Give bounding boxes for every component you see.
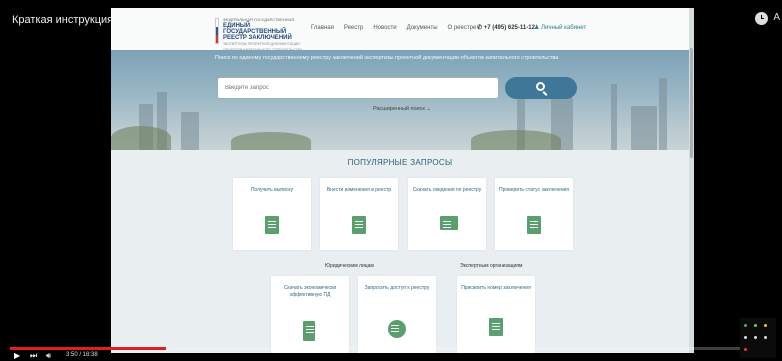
skyline-building (611, 84, 617, 150)
key-icon (388, 320, 406, 338)
phone-number[interactable]: ✆ +7 (495) 625-11-12 (477, 24, 535, 31)
skyline-building (631, 106, 657, 150)
next-icon[interactable]: ⏭ (30, 352, 37, 360)
skyline-building (181, 112, 199, 150)
site-header: ФЕДЕРАЛЬНАЯ ГОСУДАРСТВЕННАЯ ЕДИНЫЙ ГОСУД… (111, 8, 689, 53)
nav-link-registry[interactable]: Реестр (344, 25, 364, 31)
play-icon[interactable]: ▶ (14, 352, 20, 360)
nav-link-documents[interactable]: Документы (407, 25, 438, 31)
skyline-trees (471, 130, 561, 150)
video-progress-fill (10, 347, 167, 350)
expert-orgs-label: Экспертным организациям (460, 263, 523, 269)
nav-link-about[interactable]: О реестре (448, 25, 477, 31)
tray-status-icon[interactable] (754, 324, 757, 327)
card-label: Проверить статус заключения (499, 187, 569, 193)
card-label: Скачать сведения по реестру (412, 187, 482, 193)
system-tray (740, 318, 776, 358)
site-logo[interactable]: ФЕДЕРАЛЬНАЯ ГОСУДАРСТВЕННАЯ ЕДИНЫЙ ГОСУД… (223, 17, 303, 53)
advanced-search-toggle[interactable]: Расширенный поиск ⌄ (373, 106, 431, 112)
card-download-registry-info[interactable]: Скачать сведения по реестру (408, 178, 486, 250)
watch-later-clock-icon[interactable] (755, 12, 768, 25)
corner-letter: А (773, 12, 780, 23)
skyline-trees (231, 132, 311, 150)
personal-cabinet-label: Личный кабинет (541, 25, 587, 31)
card-label: Внести изменения в реестр (326, 187, 392, 193)
card-label: Запросить доступ к реестру (364, 285, 430, 291)
tray-status-icon[interactable] (744, 336, 747, 339)
tray-status-icon[interactable] (744, 348, 747, 351)
document-pen-icon (265, 216, 279, 234)
tray-status-icon[interactable] (754, 336, 757, 339)
card-label: Присвоить номер заключения (461, 285, 531, 291)
card-check-status[interactable]: Проверить статус заключения (495, 178, 573, 250)
card-request-access[interactable]: Запросить доступ к реестру (358, 276, 436, 353)
video-time: 3:50 / 18:38 (66, 352, 98, 358)
search-icon (536, 82, 545, 91)
site-scrollbar[interactable] (689, 8, 694, 353)
main-nav: Главная Реестр Новости Документы О реест… (311, 25, 476, 31)
skyline-building (659, 78, 667, 150)
briefcase-icon (440, 216, 458, 230)
website-frame: ФЕДЕРАЛЬНАЯ ГОСУДАРСТВЕННАЯ ЕДИНЫЙ ГОСУД… (111, 8, 694, 353)
search-caption: Поиск по единому государственному реестр… (215, 55, 559, 61)
card-assign-number[interactable]: Присвоить номер заключения (457, 276, 535, 353)
tray-status-icon[interactable] (744, 324, 747, 327)
document-gear-icon (489, 318, 503, 336)
card-label: Получить выписку (250, 187, 294, 193)
popular-requests-title: ПОПУЛЯРНЫЕ ЗАПРОСЫ (347, 158, 453, 167)
logo-line-2: ЕДИНЫЙ ГОСУДАРСТВЕННЫЙ (223, 23, 287, 35)
tray-status-icon[interactable] (764, 324, 767, 327)
card-download-economic-pd[interactable]: Скачать экономически эффективную ПД (271, 276, 349, 353)
site-scrollbar-thumb[interactable] (690, 48, 693, 158)
russian-flag-icon (215, 18, 219, 44)
legal-entities-label: Юридическим лицам (325, 263, 374, 269)
card-get-extract[interactable]: Получить выписку (233, 178, 311, 250)
hero-search-banner: Поиск по единому государственному реестр… (111, 50, 689, 150)
advanced-search-label: Расширенный поиск (373, 106, 425, 112)
search-button[interactable] (505, 77, 577, 99)
nav-link-home[interactable]: Главная (311, 25, 334, 31)
nav-link-news[interactable]: Новости (373, 25, 396, 31)
volume-icon[interactable]: 🔊︎ (46, 352, 51, 360)
status-document-icon (527, 216, 541, 234)
phone-number-text: +7 (495) 625-11-12 (483, 25, 535, 31)
tray-status-icon[interactable] (764, 336, 767, 339)
door-icon (303, 321, 315, 341)
registry-search-input[interactable] (217, 77, 499, 99)
personal-cabinet-link[interactable]: ♟ Личный кабинет (534, 24, 586, 31)
skyline-trees (111, 126, 171, 150)
edit-icon (352, 216, 366, 234)
video-progress-bar[interactable] (10, 347, 772, 350)
video-player[interactable]: Краткая инструкция по работе в ГИС ЕГРЗ … (0, 0, 782, 361)
card-label: Скачать экономически эффективную ПД (283, 285, 337, 298)
card-edit-registry[interactable]: Внести изменения в реестр (320, 178, 398, 250)
